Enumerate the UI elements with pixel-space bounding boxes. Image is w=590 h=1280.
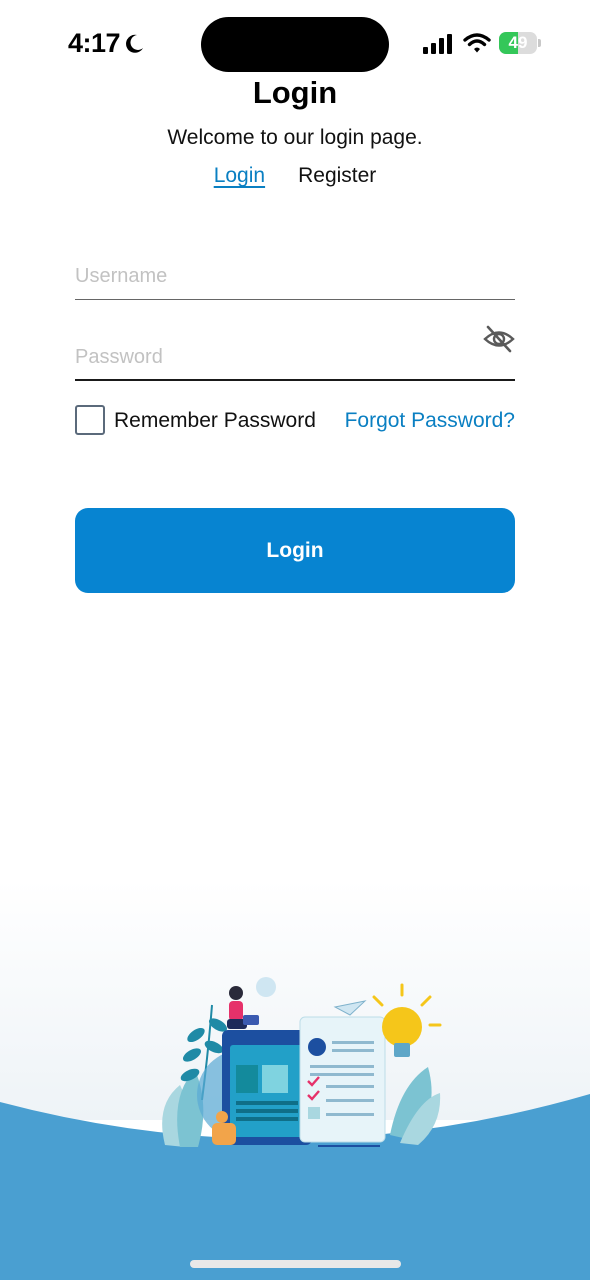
login-options: Remember Password Forgot Password? — [75, 404, 515, 438]
remember-password-label: Remember Password — [114, 409, 316, 432]
page-subtitle: Welcome to our login page. — [167, 126, 423, 149]
remember-password-checkbox[interactable] — [75, 405, 105, 435]
auth-tabs: Login Register — [0, 164, 590, 188]
password-field-container — [75, 323, 515, 381]
password-input[interactable] — [75, 323, 515, 379]
eye-slash-icon[interactable] — [483, 323, 515, 355]
login-illustration — [162, 977, 442, 1147]
home-indicator[interactable] — [190, 1260, 401, 1268]
tab-register[interactable]: Register — [298, 164, 376, 188]
moon-icon — [126, 34, 143, 53]
dynamic-island — [201, 17, 389, 72]
username-input[interactable] — [75, 242, 515, 299]
tab-login[interactable]: Login — [214, 164, 265, 188]
login-button[interactable]: Login — [75, 508, 515, 593]
forgot-password-link[interactable]: Forgot Password? — [345, 409, 515, 433]
wifi-icon — [463, 33, 491, 53]
battery-percent: 49 — [508, 33, 528, 52]
username-field-container — [75, 242, 515, 300]
cellular-signal-icon — [423, 34, 452, 54]
status-time: 4:17 — [68, 28, 121, 58]
battery-icon: 49 — [499, 32, 541, 54]
page-title: Login — [252, 75, 338, 110]
